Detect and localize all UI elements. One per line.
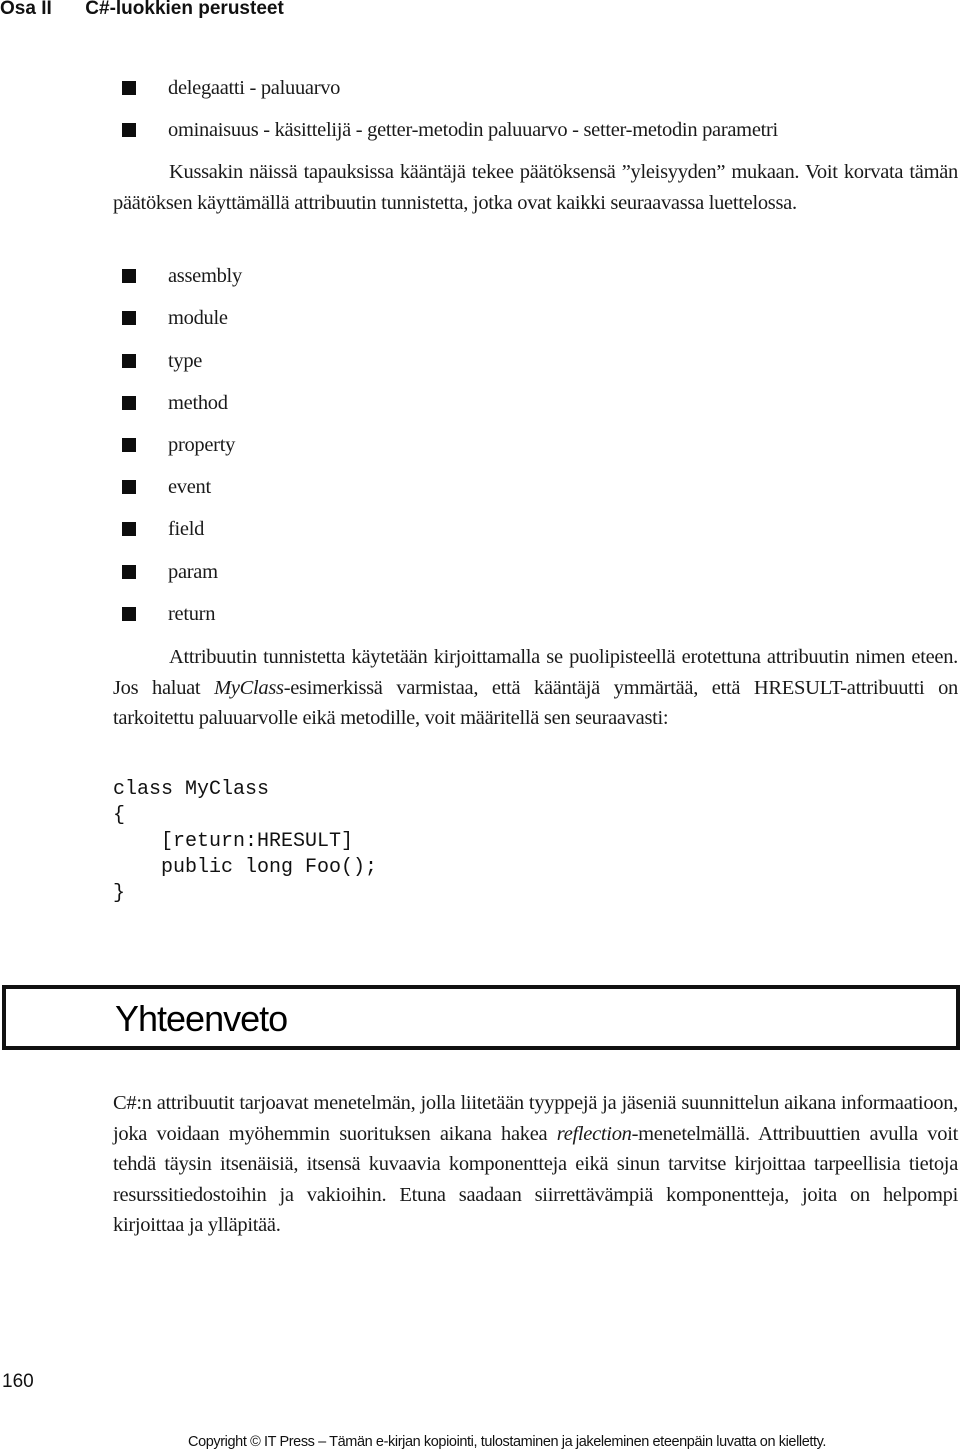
list-item: return — [122, 599, 215, 630]
list-item-text: ominaisuus - käsittelijä - getter-metodi… — [168, 119, 778, 141]
bullet-square-icon — [122, 396, 136, 411]
paragraph-text: Kussakin näissä tapauksissa kääntäjä tek… — [113, 161, 958, 214]
bullet-square-icon — [122, 81, 136, 96]
bullet-square-icon — [122, 480, 136, 495]
chapter-title: C#-luokkien perusteet — [85, 0, 284, 19]
list-item: method — [122, 388, 228, 419]
list-item: assembly — [122, 261, 242, 292]
copyright-notice: Copyright © IT Press – Tämän e-kirjan ko… — [188, 1434, 827, 1450]
bullet-square-icon — [122, 565, 136, 580]
code-block: class MyClass { [return:HRESULT] public … — [113, 778, 378, 905]
list-item-text: param — [168, 561, 218, 583]
paragraph-summary: C#:n attribuutit tarjoavat menetelmän, j… — [113, 1092, 958, 1236]
inline-term: reflection — [556, 1122, 632, 1145]
running-header: Osa II C#-luokkien perusteet — [0, 0, 284, 20]
list-item-text: delegaatti - paluuarvo — [168, 77, 341, 99]
paragraph-usage: Attribuutin tunnistetta käytetään kirjoi… — [113, 646, 958, 729]
bullet-square-icon — [122, 311, 136, 326]
list-item-text: property — [168, 434, 236, 456]
bullet-square-icon — [122, 607, 136, 622]
list-item-text: type — [168, 350, 203, 372]
section-heading-box: Yhteenveto — [2, 985, 960, 1050]
list-item: ominaisuus - käsittelijä - getter-metodi… — [122, 115, 778, 146]
list-item: property — [122, 430, 235, 461]
bullet-square-icon — [122, 354, 136, 369]
bullet-square-icon — [122, 522, 136, 537]
part-label: Osa II — [0, 0, 52, 19]
list-item-text: assembly — [168, 265, 242, 287]
list-item-text: return — [168, 603, 216, 625]
bullet-square-icon — [122, 123, 136, 138]
list-item: event — [122, 472, 211, 503]
bullet-square-icon — [122, 438, 136, 453]
bullet-square-icon — [122, 269, 136, 284]
list-item: param — [122, 557, 218, 588]
list-item-text: method — [168, 392, 228, 414]
list-item-text: field — [168, 518, 205, 540]
paragraph-intro: Kussakin näissä tapauksissa kääntäjä tek… — [113, 157, 958, 218]
list-item-text: module — [168, 307, 228, 329]
section-title: Yhteenveto — [115, 998, 288, 1039]
list-item: type — [122, 346, 202, 377]
page-number: 160 — [2, 1371, 34, 1392]
list-item: delegaatti - paluuarvo — [122, 73, 340, 104]
list-item: field — [122, 514, 204, 545]
inline-code-term: MyClass — [214, 676, 284, 699]
list-item: module — [122, 303, 228, 334]
list-item-text: event — [168, 476, 211, 498]
